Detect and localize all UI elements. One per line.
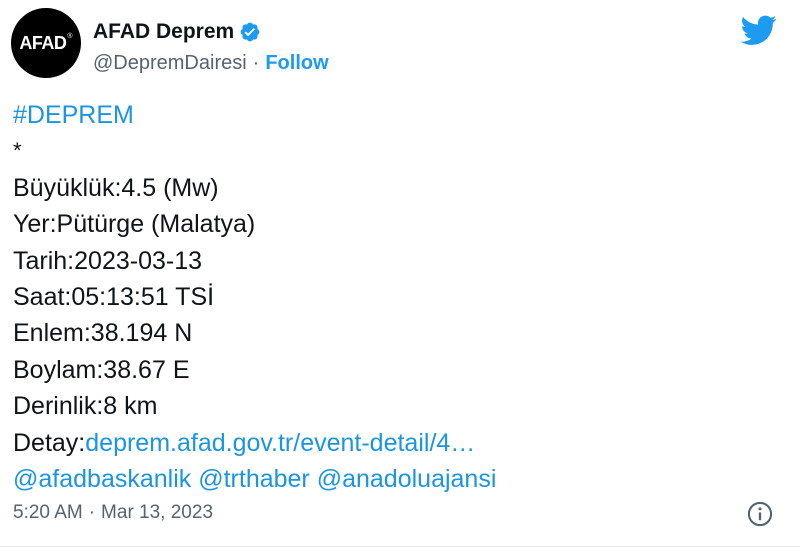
hashtag-link[interactable]: #DEPREM (13, 97, 783, 133)
info-icon[interactable] (746, 500, 774, 528)
tweet-date: Mar 13, 2023 (101, 502, 214, 523)
longitude-line: Boylam:38.67 E (13, 355, 190, 384)
mention-anadoluajansi[interactable]: @anadoluajansi (317, 465, 497, 493)
tweet-text: #DEPREM * Büyüklük:4.5 (Mw) Yer:Pütürge … (13, 97, 783, 497)
display-name[interactable]: AFAD Deprem (93, 20, 234, 44)
mention-afadbaskanlik[interactable]: @afadbaskanlik (13, 465, 191, 493)
latitude-line: Enlem:38.194 N (13, 319, 193, 348)
divider (0, 546, 800, 547)
detail-link[interactable]: deprem.afad.gov.tr/event-detail/4… (85, 429, 475, 457)
time-line: Saat:05:13:51 TSİ (13, 282, 215, 311)
timestamp-separator: · (88, 502, 96, 523)
handle[interactable]: @DepremDairesi (93, 52, 247, 75)
follow-button[interactable]: Follow (265, 52, 328, 75)
verified-badge-icon (240, 22, 260, 42)
magnitude-line: Büyüklük:4.5 (Mw) (13, 173, 219, 202)
tweet-header: AFAD ® AFAD Deprem @DepremDairesi · Follo… (11, 8, 791, 80)
mentions-line: @afadbaskanlik @trthaber @anadoluajansi (13, 461, 783, 497)
tweet-timestamp[interactable]: 5:20 AM · Mar 13, 2023 (13, 502, 213, 524)
avatar-logo-text: AFAD (19, 32, 67, 53)
twitter-bird-icon[interactable] (741, 12, 777, 48)
handle-separator: · (252, 52, 260, 74)
author-names: AFAD Deprem @DepremDairesi · Follow (93, 18, 329, 75)
detail-line: Detay:deprem.afad.gov.tr/event-detail/4… (13, 425, 783, 461)
detail-prefix: Detay: (13, 428, 86, 457)
avatar[interactable]: AFAD ® (11, 8, 81, 78)
mention-trthaber[interactable]: @trthaber (198, 465, 310, 493)
date-line: Tarih:2023-03-13 (13, 246, 203, 275)
avatar-registered-mark: ® (67, 32, 73, 40)
location-line: Yer:Pütürge (Malatya) (13, 210, 256, 239)
depth-line: Derinlik:8 km (13, 392, 158, 421)
asterisk-line: * (13, 138, 22, 164)
tweet-time: 5:20 AM (13, 502, 83, 523)
